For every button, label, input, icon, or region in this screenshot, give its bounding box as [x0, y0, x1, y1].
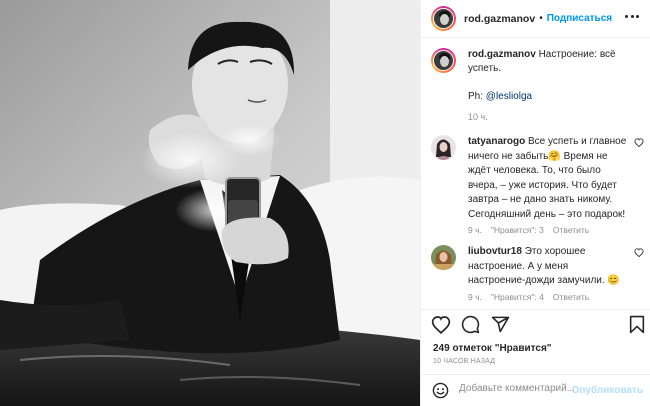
post-header: rod.gazmanov • Подписаться — [421, 0, 650, 38]
post-photo[interactable] — [0, 0, 420, 406]
comment-icon[interactable] — [461, 315, 480, 334]
comment-heart-icon[interactable] — [634, 138, 644, 147]
comment-input[interactable] — [459, 383, 589, 394]
commenter-avatar[interactable] — [431, 135, 456, 160]
author-avatar[interactable] — [431, 6, 456, 31]
action-bar — [421, 309, 650, 341]
comment-username[interactable]: tatyanarogo — [468, 136, 525, 147]
paper-plane-icon[interactable] — [491, 315, 510, 334]
credit-prefix: Ph: — [468, 91, 486, 102]
author-username[interactable]: rod.gazmanov — [464, 13, 535, 25]
comment-likes-count[interactable]: "Нравится": 3 — [491, 225, 544, 235]
caption-avatar[interactable] — [431, 48, 456, 73]
comment-meta: 9 ч. "Нравится": 4 Ответить — [468, 292, 646, 302]
post-photo-image — [0, 0, 420, 406]
comment-text: Все успеть и главное ничего не забыть🤗 В… — [468, 136, 627, 220]
caption-username[interactable]: rod.gazmanov — [468, 49, 536, 60]
comment-meta: 9 ч. "Нравится": 3 Ответить — [468, 225, 646, 235]
separator-dot: • — [539, 13, 543, 24]
comment-time[interactable]: 9 ч. — [468, 225, 482, 235]
post-side-panel: rod.gazmanov • Подписаться rod.gazmanov … — [420, 0, 650, 406]
likes-count[interactable]: 249 отметок "Нравится" — [433, 343, 552, 354]
post-time-ago[interactable]: 10 ЧАСОВ НАЗАД — [433, 358, 495, 365]
comment-username[interactable]: liubovtur18 — [468, 246, 522, 257]
commenter-avatar[interactable] — [431, 245, 456, 270]
smiley-icon[interactable] — [432, 382, 449, 399]
reply-button[interactable]: Ответить — [553, 225, 589, 235]
comment-item: tatyanarogo Все успеть и главное ничего … — [431, 135, 646, 235]
reply-button[interactable]: Ответить — [553, 292, 589, 302]
post-caption: rod.gazmanov Настроение: всё успеть. Ph:… — [431, 48, 646, 124]
comments-list[interactable]: rod.gazmanov Настроение: всё успеть. Ph:… — [421, 39, 650, 309]
comment-likes-count[interactable]: "Нравится": 4 — [491, 292, 544, 302]
add-comment-bar: Опубликовать — [421, 374, 650, 406]
publish-button[interactable]: Опубликовать — [572, 385, 643, 396]
follow-button[interactable]: Подписаться — [547, 13, 612, 24]
credit-link[interactable]: @lesliolga — [486, 91, 532, 102]
comment-time[interactable]: 9 ч. — [468, 292, 482, 302]
bookmark-icon[interactable] — [629, 315, 645, 334]
heart-icon[interactable] — [431, 315, 451, 334]
comment-heart-icon[interactable] — [634, 248, 644, 257]
more-dots-icon[interactable] — [625, 15, 639, 19]
caption-time[interactable]: 10 ч. — [468, 110, 646, 124]
comment-item: liubovtur18 Это хорошее настроение. А у … — [431, 245, 646, 302]
